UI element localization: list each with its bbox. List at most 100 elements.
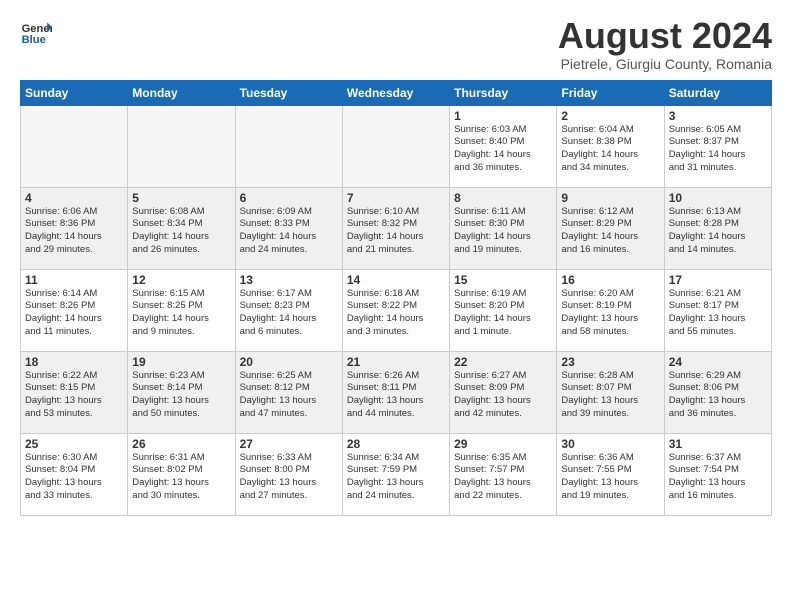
day-number: 4: [25, 191, 123, 205]
calendar-cell: 11Sunrise: 6:14 AMSunset: 8:26 PMDayligh…: [21, 269, 128, 351]
day-info: Sunrise: 6:37 AMSunset: 7:54 PMDaylight:…: [669, 452, 767, 503]
calendar-week-5: 25Sunrise: 6:30 AMSunset: 8:04 PMDayligh…: [21, 433, 772, 515]
day-number: 17: [669, 273, 767, 287]
calendar-cell: 21Sunrise: 6:26 AMSunset: 8:11 PMDayligh…: [342, 351, 449, 433]
day-number: 9: [561, 191, 659, 205]
day-info: Sunrise: 6:06 AMSunset: 8:36 PMDaylight:…: [25, 206, 123, 257]
calendar-cell: 24Sunrise: 6:29 AMSunset: 8:06 PMDayligh…: [664, 351, 771, 433]
day-number: 14: [347, 273, 445, 287]
calendar-cell: 7Sunrise: 6:10 AMSunset: 8:32 PMDaylight…: [342, 187, 449, 269]
calendar-cell: 13Sunrise: 6:17 AMSunset: 8:23 PMDayligh…: [235, 269, 342, 351]
day-number: 23: [561, 355, 659, 369]
calendar-cell: 31Sunrise: 6:37 AMSunset: 7:54 PMDayligh…: [664, 433, 771, 515]
col-friday: Friday: [557, 80, 664, 105]
subtitle: Pietrele, Giurgiu County, Romania: [558, 56, 772, 72]
calendar-cell: [21, 105, 128, 187]
day-number: 5: [132, 191, 230, 205]
day-info: Sunrise: 6:36 AMSunset: 7:55 PMDaylight:…: [561, 452, 659, 503]
calendar-cell: 28Sunrise: 6:34 AMSunset: 7:59 PMDayligh…: [342, 433, 449, 515]
day-number: 22: [454, 355, 552, 369]
day-info: Sunrise: 6:12 AMSunset: 8:29 PMDaylight:…: [561, 206, 659, 257]
day-number: 29: [454, 437, 552, 451]
col-wednesday: Wednesday: [342, 80, 449, 105]
calendar-cell: 14Sunrise: 6:18 AMSunset: 8:22 PMDayligh…: [342, 269, 449, 351]
calendar-cell: 29Sunrise: 6:35 AMSunset: 7:57 PMDayligh…: [450, 433, 557, 515]
calendar-cell: 4Sunrise: 6:06 AMSunset: 8:36 PMDaylight…: [21, 187, 128, 269]
day-number: 25: [25, 437, 123, 451]
calendar-cell: 25Sunrise: 6:30 AMSunset: 8:04 PMDayligh…: [21, 433, 128, 515]
day-info: Sunrise: 6:34 AMSunset: 7:59 PMDaylight:…: [347, 452, 445, 503]
day-info: Sunrise: 6:20 AMSunset: 8:19 PMDaylight:…: [561, 288, 659, 339]
day-info: Sunrise: 6:22 AMSunset: 8:15 PMDaylight:…: [25, 370, 123, 421]
day-number: 13: [240, 273, 338, 287]
calendar-cell: [235, 105, 342, 187]
calendar-cell: 10Sunrise: 6:13 AMSunset: 8:28 PMDayligh…: [664, 187, 771, 269]
day-info: Sunrise: 6:26 AMSunset: 8:11 PMDaylight:…: [347, 370, 445, 421]
col-monday: Monday: [128, 80, 235, 105]
calendar-cell: 26Sunrise: 6:31 AMSunset: 8:02 PMDayligh…: [128, 433, 235, 515]
calendar-cell: 3Sunrise: 6:05 AMSunset: 8:37 PMDaylight…: [664, 105, 771, 187]
day-info: Sunrise: 6:11 AMSunset: 8:30 PMDaylight:…: [454, 206, 552, 257]
calendar-cell: 16Sunrise: 6:20 AMSunset: 8:19 PMDayligh…: [557, 269, 664, 351]
day-number: 26: [132, 437, 230, 451]
col-thursday: Thursday: [450, 80, 557, 105]
logo-icon: General Blue: [20, 16, 52, 48]
calendar-cell: 9Sunrise: 6:12 AMSunset: 8:29 PMDaylight…: [557, 187, 664, 269]
day-number: 19: [132, 355, 230, 369]
day-number: 18: [25, 355, 123, 369]
calendar-cell: 30Sunrise: 6:36 AMSunset: 7:55 PMDayligh…: [557, 433, 664, 515]
day-info: Sunrise: 6:25 AMSunset: 8:12 PMDaylight:…: [240, 370, 338, 421]
day-info: Sunrise: 6:19 AMSunset: 8:20 PMDaylight:…: [454, 288, 552, 339]
calendar-cell: 18Sunrise: 6:22 AMSunset: 8:15 PMDayligh…: [21, 351, 128, 433]
day-number: 27: [240, 437, 338, 451]
calendar-week-3: 11Sunrise: 6:14 AMSunset: 8:26 PMDayligh…: [21, 269, 772, 351]
title-block: August 2024 Pietrele, Giurgiu County, Ro…: [558, 16, 772, 72]
day-number: 6: [240, 191, 338, 205]
day-number: 1: [454, 109, 552, 123]
calendar-cell: 12Sunrise: 6:15 AMSunset: 8:25 PMDayligh…: [128, 269, 235, 351]
calendar-week-4: 18Sunrise: 6:22 AMSunset: 8:15 PMDayligh…: [21, 351, 772, 433]
day-info: Sunrise: 6:33 AMSunset: 8:00 PMDaylight:…: [240, 452, 338, 503]
calendar-table: Sunday Monday Tuesday Wednesday Thursday…: [20, 80, 772, 516]
logo: General Blue: [20, 16, 52, 48]
day-number: 20: [240, 355, 338, 369]
page: General Blue August 2024 Pietrele, Giurg…: [0, 0, 792, 526]
day-number: 24: [669, 355, 767, 369]
calendar-week-1: 1Sunrise: 6:03 AMSunset: 8:40 PMDaylight…: [21, 105, 772, 187]
calendar-cell: 17Sunrise: 6:21 AMSunset: 8:17 PMDayligh…: [664, 269, 771, 351]
col-sunday: Sunday: [21, 80, 128, 105]
day-info: Sunrise: 6:10 AMSunset: 8:32 PMDaylight:…: [347, 206, 445, 257]
day-info: Sunrise: 6:03 AMSunset: 8:40 PMDaylight:…: [454, 124, 552, 175]
day-info: Sunrise: 6:28 AMSunset: 8:07 PMDaylight:…: [561, 370, 659, 421]
calendar-cell: 6Sunrise: 6:09 AMSunset: 8:33 PMDaylight…: [235, 187, 342, 269]
calendar-cell: [128, 105, 235, 187]
day-number: 2: [561, 109, 659, 123]
calendar-cell: 2Sunrise: 6:04 AMSunset: 8:38 PMDaylight…: [557, 105, 664, 187]
calendar-cell: 1Sunrise: 6:03 AMSunset: 8:40 PMDaylight…: [450, 105, 557, 187]
col-saturday: Saturday: [664, 80, 771, 105]
calendar-cell: [342, 105, 449, 187]
day-number: 30: [561, 437, 659, 451]
day-info: Sunrise: 6:15 AMSunset: 8:25 PMDaylight:…: [132, 288, 230, 339]
month-title: August 2024: [558, 16, 772, 56]
day-info: Sunrise: 6:35 AMSunset: 7:57 PMDaylight:…: [454, 452, 552, 503]
day-info: Sunrise: 6:04 AMSunset: 8:38 PMDaylight:…: [561, 124, 659, 175]
day-info: Sunrise: 6:08 AMSunset: 8:34 PMDaylight:…: [132, 206, 230, 257]
day-number: 3: [669, 109, 767, 123]
calendar-cell: 8Sunrise: 6:11 AMSunset: 8:30 PMDaylight…: [450, 187, 557, 269]
day-info: Sunrise: 6:13 AMSunset: 8:28 PMDaylight:…: [669, 206, 767, 257]
day-number: 31: [669, 437, 767, 451]
day-number: 15: [454, 273, 552, 287]
calendar-cell: 22Sunrise: 6:27 AMSunset: 8:09 PMDayligh…: [450, 351, 557, 433]
svg-text:Blue: Blue: [22, 34, 46, 46]
calendar-cell: 27Sunrise: 6:33 AMSunset: 8:00 PMDayligh…: [235, 433, 342, 515]
day-number: 8: [454, 191, 552, 205]
day-number: 7: [347, 191, 445, 205]
calendar-cell: 20Sunrise: 6:25 AMSunset: 8:12 PMDayligh…: [235, 351, 342, 433]
day-info: Sunrise: 6:23 AMSunset: 8:14 PMDaylight:…: [132, 370, 230, 421]
header-row: Sunday Monday Tuesday Wednesday Thursday…: [21, 80, 772, 105]
day-number: 16: [561, 273, 659, 287]
day-number: 21: [347, 355, 445, 369]
calendar-cell: 23Sunrise: 6:28 AMSunset: 8:07 PMDayligh…: [557, 351, 664, 433]
day-info: Sunrise: 6:29 AMSunset: 8:06 PMDaylight:…: [669, 370, 767, 421]
